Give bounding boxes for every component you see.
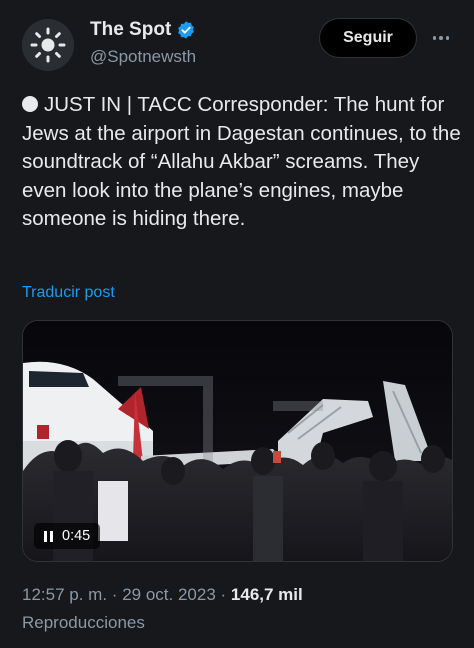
pause-icon[interactable] (44, 530, 53, 542)
translate-post-link[interactable]: Traducir post (22, 284, 115, 302)
post-metadata: 12:57 p. m. · 29 oct. 2023 · 146,7 mil (22, 585, 303, 605)
post-body: JUST IN | TACC Corresponder: The hunt fo… (22, 93, 461, 230)
white-circle-icon (22, 96, 38, 112)
post-header: The Spot @Spotnewsth Seguir (0, 0, 474, 90)
video-player[interactable]: 0:45 (22, 320, 453, 562)
verified-badge-icon (178, 21, 195, 39)
video-duration-badge[interactable]: 0:45 (34, 523, 101, 549)
author-name[interactable]: The Spot (90, 19, 171, 41)
author-name-row: The Spot (90, 19, 196, 41)
post-date[interactable]: 29 oct. 2023 (122, 585, 216, 604)
views-label: Reproducciones (22, 613, 145, 632)
follow-button[interactable]: Seguir (319, 18, 417, 58)
sun-burst-icon (22, 19, 74, 71)
author-handle[interactable]: @Spotnewsth (90, 47, 196, 67)
views-count: 146,7 mil (230, 585, 303, 604)
meta-separator-2: · (220, 585, 227, 604)
post-time[interactable]: 12:57 p. m. (22, 585, 107, 604)
more-horizontal-icon[interactable] (426, 26, 456, 50)
post-text: JUST IN | TACC Corresponder: The hunt fo… (22, 91, 462, 234)
video-duration: 0:45 (62, 528, 91, 544)
avatar[interactable] (22, 19, 74, 71)
meta-separator: · (111, 585, 118, 604)
